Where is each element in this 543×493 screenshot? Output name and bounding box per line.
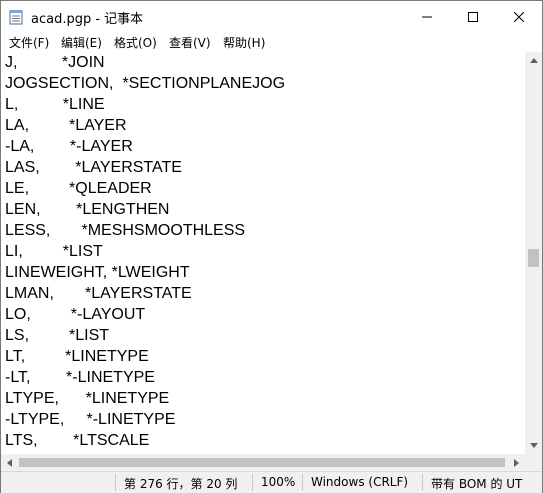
text-line: -LTYPE, *-LINETYPE: [5, 411, 176, 428]
scroll-up-button[interactable]: [525, 52, 542, 69]
text-line: LAS, *LAYERSTATE: [5, 159, 182, 176]
text-line: LT, *LINETYPE: [5, 348, 149, 365]
arrow-right-icon: [514, 458, 519, 467]
text-line: LEN, *LENGTHEN: [5, 201, 170, 218]
menu-format[interactable]: 格式(O): [114, 34, 157, 51]
text-line: -LT, *-LINETYPE: [5, 369, 155, 386]
cursor-position: 第 276 行，第 20 列: [124, 477, 238, 491]
text-line: LI, *LIST: [5, 243, 103, 260]
scroll-left-button[interactable]: [1, 454, 18, 471]
text-line: -LA, *-LAYER: [5, 138, 133, 155]
vertical-scrollbar[interactable]: [525, 52, 542, 454]
status-divider: [115, 474, 116, 491]
scrollbar-corner: [525, 454, 542, 471]
text-line: LTYPE, *LINETYPE: [5, 390, 170, 407]
maximize-button[interactable]: [450, 1, 496, 32]
text-line: LMAN, *LAYERSTATE: [5, 285, 192, 302]
text-line: LESS, *MESHSMOOTHLESS: [5, 222, 246, 239]
text-line: LS, *LIST: [5, 327, 110, 344]
text-line: LE, *QLEADER: [5, 180, 152, 197]
text-line: JOGSECTION, *SECTIONPLANEJOG: [5, 75, 286, 92]
status-divider: [422, 474, 423, 491]
file-encoding: 带有 BOM 的 UT: [431, 477, 523, 491]
maximize-icon: [468, 11, 478, 22]
arrow-left-icon: [7, 458, 12, 467]
scroll-down-button[interactable]: [525, 437, 542, 454]
text-line: L, *LINE: [5, 96, 105, 113]
horizontal-scrollbar[interactable]: [1, 454, 525, 471]
text-line: J, *JOIN: [5, 54, 105, 71]
text-line: LINEWEIGHT, *LWEIGHT: [5, 264, 190, 281]
text-editor[interactable]: J, *JOIN JOGSECTION, *SECTIONPLANEJOG L,…: [1, 52, 525, 454]
vertical-scroll-thumb[interactable]: [528, 249, 539, 267]
menu-help[interactable]: 帮助(H): [223, 34, 265, 51]
minimize-icon: [422, 16, 432, 17]
text-line: LTS, *LTSCALE: [5, 432, 150, 449]
menu-edit[interactable]: 编辑(E): [61, 34, 102, 51]
zoom-level: 100%: [261, 475, 296, 489]
status-divider: [252, 474, 253, 491]
notepad-window: acad.pgp - 记事本 文件(F) 编辑(E) 格式(O) 查看(V) 帮…: [0, 0, 543, 493]
text-line: LA, *LAYER: [5, 117, 127, 134]
menu-bar: 文件(F) 编辑(E) 格式(O) 查看(V) 帮助(H): [1, 32, 542, 52]
menu-view[interactable]: 查看(V): [169, 34, 211, 51]
line-ending: Windows (CRLF): [311, 475, 409, 489]
scroll-right-button[interactable]: [508, 454, 525, 471]
title-bar[interactable]: acad.pgp - 记事本: [1, 1, 542, 32]
close-icon: [514, 11, 524, 22]
notepad-app-icon: [9, 9, 23, 25]
horizontal-scroll-thumb[interactable]: [19, 458, 505, 467]
status-divider: [302, 474, 303, 491]
status-bar: 第 276 行，第 20 列 100% Windows (CRLF) 带有 BO…: [1, 471, 542, 493]
text-line: LO, *-LAYOUT: [5, 306, 146, 323]
close-button[interactable]: [496, 1, 542, 32]
window-title: acad.pgp - 记事本: [31, 12, 144, 27]
arrow-up-icon: [529, 58, 538, 63]
menu-file[interactable]: 文件(F): [9, 34, 49, 51]
minimize-button[interactable]: [404, 1, 450, 32]
arrow-down-icon: [529, 443, 538, 448]
